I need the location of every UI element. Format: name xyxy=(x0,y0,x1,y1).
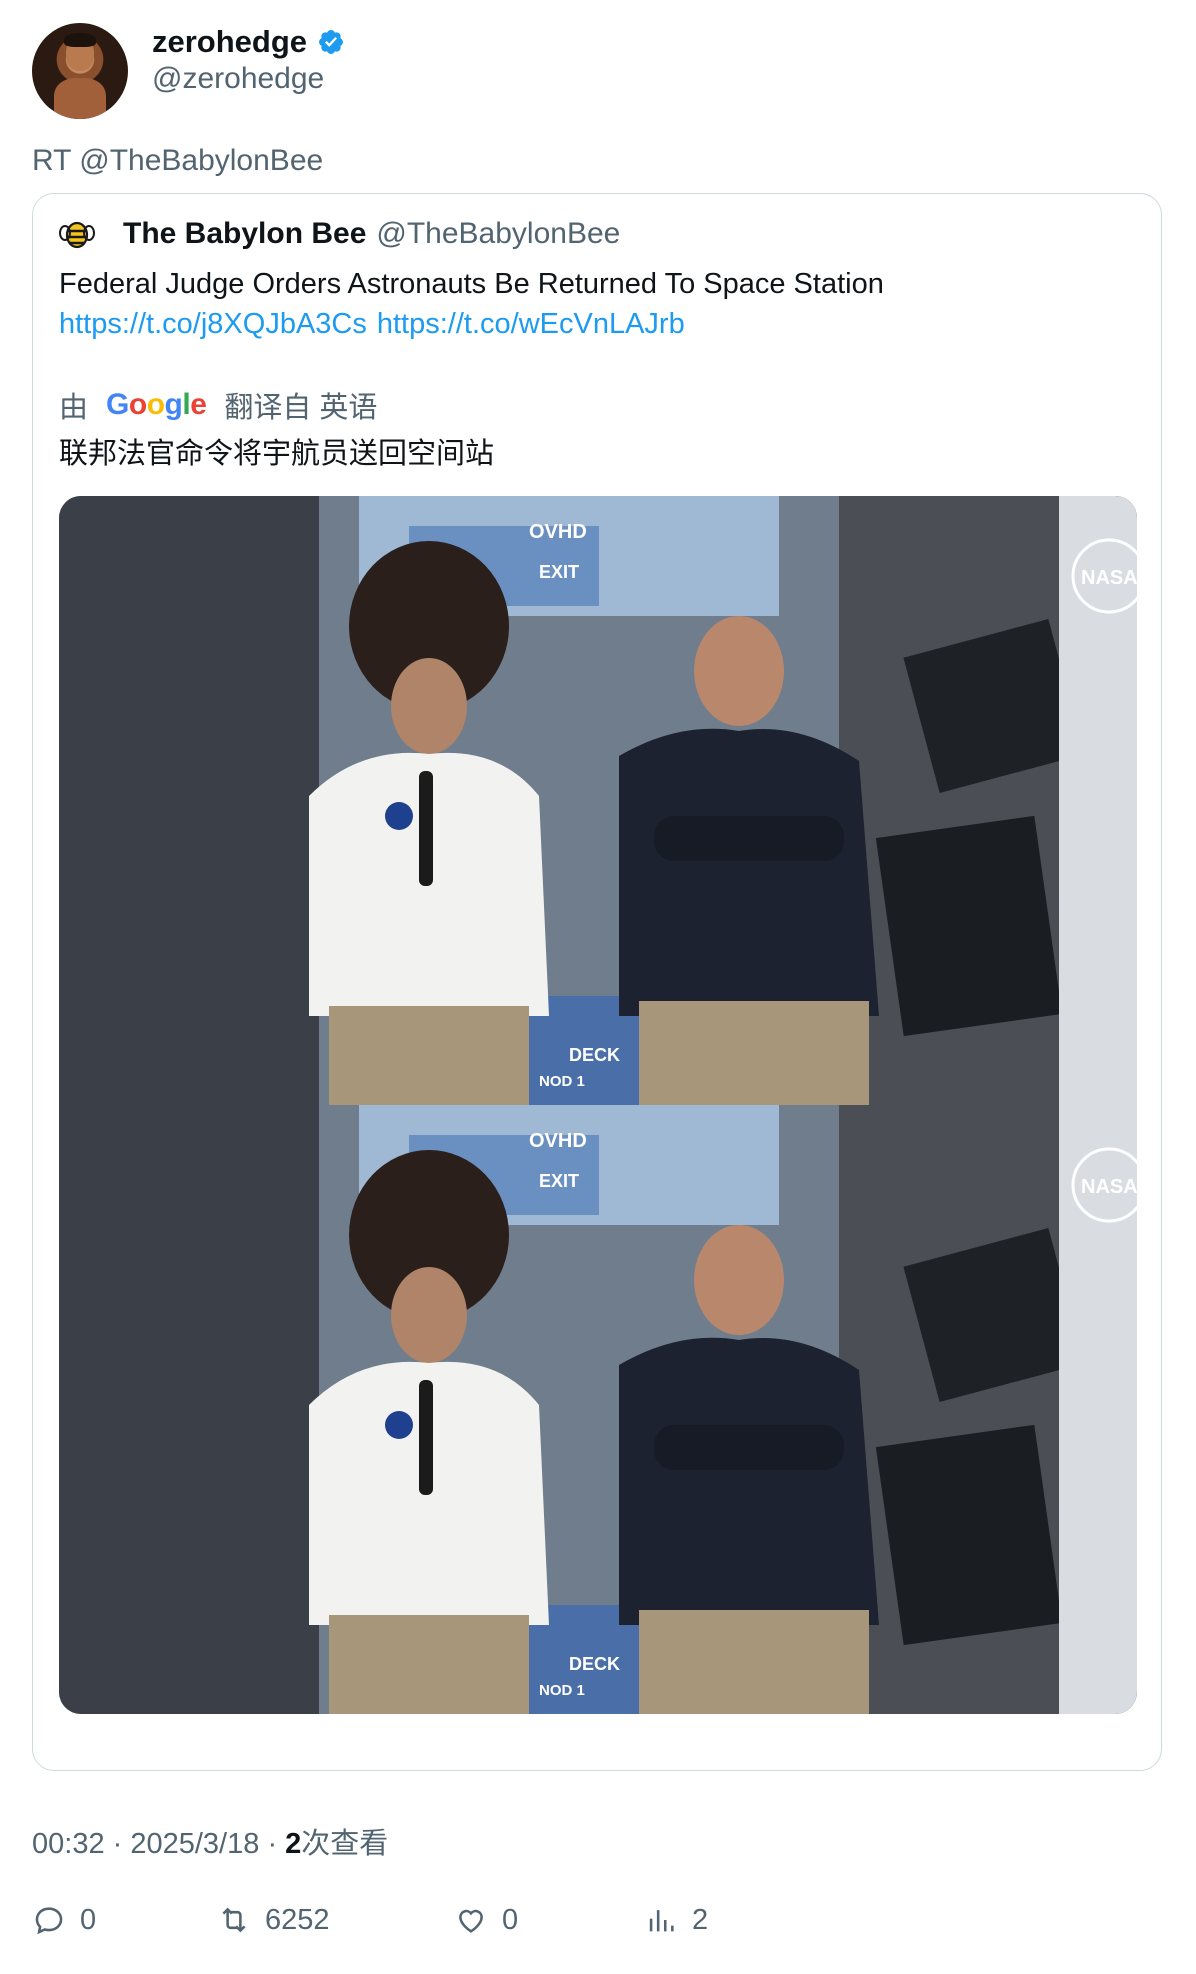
babylon-bee-logo-icon[interactable] xyxy=(59,216,95,252)
like-button[interactable]: 0 xyxy=(454,1903,518,1937)
quoted-handle[interactable]: @TheBabylonBee xyxy=(376,217,620,251)
deck-label: DECK xyxy=(569,1045,620,1065)
tweet-media[interactable]: OVHD EXIT DECK NOD 1 NASA OVHD EXIT DECK… xyxy=(59,496,1137,1714)
google-logo: Google xyxy=(106,388,207,421)
tweet-link[interactable]: https://t.co/wEcVnLAJrb xyxy=(377,308,685,340)
avatar-hair xyxy=(64,33,96,47)
quoted-tweet-card[interactable]: The Babylon Bee @TheBabylonBee Federal J… xyxy=(32,193,1162,1771)
translate-prefix: 由 xyxy=(59,392,89,424)
tweet-time[interactable]: 00:32 xyxy=(32,1828,105,1860)
heart-icon xyxy=(459,1909,483,1933)
retweet-icon xyxy=(222,1907,246,1933)
author-display-name[interactable]: zerohedge xyxy=(152,24,307,60)
verified-badge-icon xyxy=(319,30,343,54)
exit-label: EXIT xyxy=(539,1171,579,1191)
views-count-action: 2 xyxy=(692,1903,709,1936)
translate-suffix: 翻译自 英语 xyxy=(224,392,378,424)
meta-separator: · xyxy=(267,1828,286,1860)
like-count: 0 xyxy=(502,1903,519,1936)
tweet-link[interactable]: https://t.co/j8XQJbA3Cs xyxy=(59,308,367,340)
views-button[interactable]: 2 xyxy=(644,1903,708,1937)
author-avatar[interactable] xyxy=(32,23,128,119)
media-photo-top: OVHD EXIT DECK NOD 1 NASA xyxy=(59,496,1137,1105)
ovhd-label: OVHD xyxy=(529,1130,587,1152)
analytics-icon xyxy=(649,1910,674,1932)
ovhd-label: OVHD xyxy=(529,521,587,543)
meta-separator: · xyxy=(112,1828,131,1860)
avatar-torso xyxy=(54,78,106,119)
tweet-date[interactable]: 2025/3/18 xyxy=(130,1828,259,1860)
quoted-tweet-links: https://t.co/j8XQJbA3Cs https://t.co/wEcV… xyxy=(59,304,695,344)
reply-count: 0 xyxy=(80,1903,97,1936)
nasa-watermark: NASA xyxy=(1081,1176,1137,1198)
reply-icon xyxy=(35,1907,63,1935)
nod-label: NOD 1 xyxy=(539,1073,585,1090)
translated-text: 联邦法官命令将宇航员送回空间站 xyxy=(59,438,495,470)
retweet-button[interactable]: 6252 xyxy=(217,1903,330,1937)
astronaut-photo: OVHD EXIT DECK NOD 1 NASA xyxy=(59,496,1137,1105)
views-label: 次查看 xyxy=(301,1828,389,1860)
nod-label: NOD 1 xyxy=(539,1682,585,1699)
retweet-count: 6252 xyxy=(265,1903,330,1936)
tweet-actions-bar: 0 6252 0 2 xyxy=(32,1903,1162,1949)
tweet-metadata: 00:32 · 2025/3/18 · 2次查看 xyxy=(32,1820,388,1862)
retweet-attribution[interactable]: RT @TheBabylonBee xyxy=(32,144,323,178)
exit-label: EXIT xyxy=(539,562,579,582)
quoted-tweet-header: The Babylon Bee @TheBabylonBee xyxy=(59,216,620,252)
views-count: 2 xyxy=(285,1828,302,1860)
media-photo-bottom: OVHD EXIT DECK NOD 1 NASA xyxy=(59,1105,1137,1714)
reply-button[interactable]: 0 xyxy=(32,1903,96,1937)
quoted-display-name[interactable]: The Babylon Bee xyxy=(123,217,366,251)
deck-label: DECK xyxy=(569,1654,620,1674)
author-name-row: zerohedge xyxy=(152,24,345,60)
quoted-tweet-text: Federal Judge Orders Astronauts Be Retur… xyxy=(59,268,884,300)
author-handle[interactable]: @zerohedge xyxy=(152,62,324,96)
translation-attribution: 由 Google 翻译自 英语 xyxy=(59,384,377,426)
astronaut-photo: OVHD EXIT DECK NOD 1 NASA xyxy=(59,1105,1137,1714)
nasa-watermark: NASA xyxy=(1081,567,1137,589)
